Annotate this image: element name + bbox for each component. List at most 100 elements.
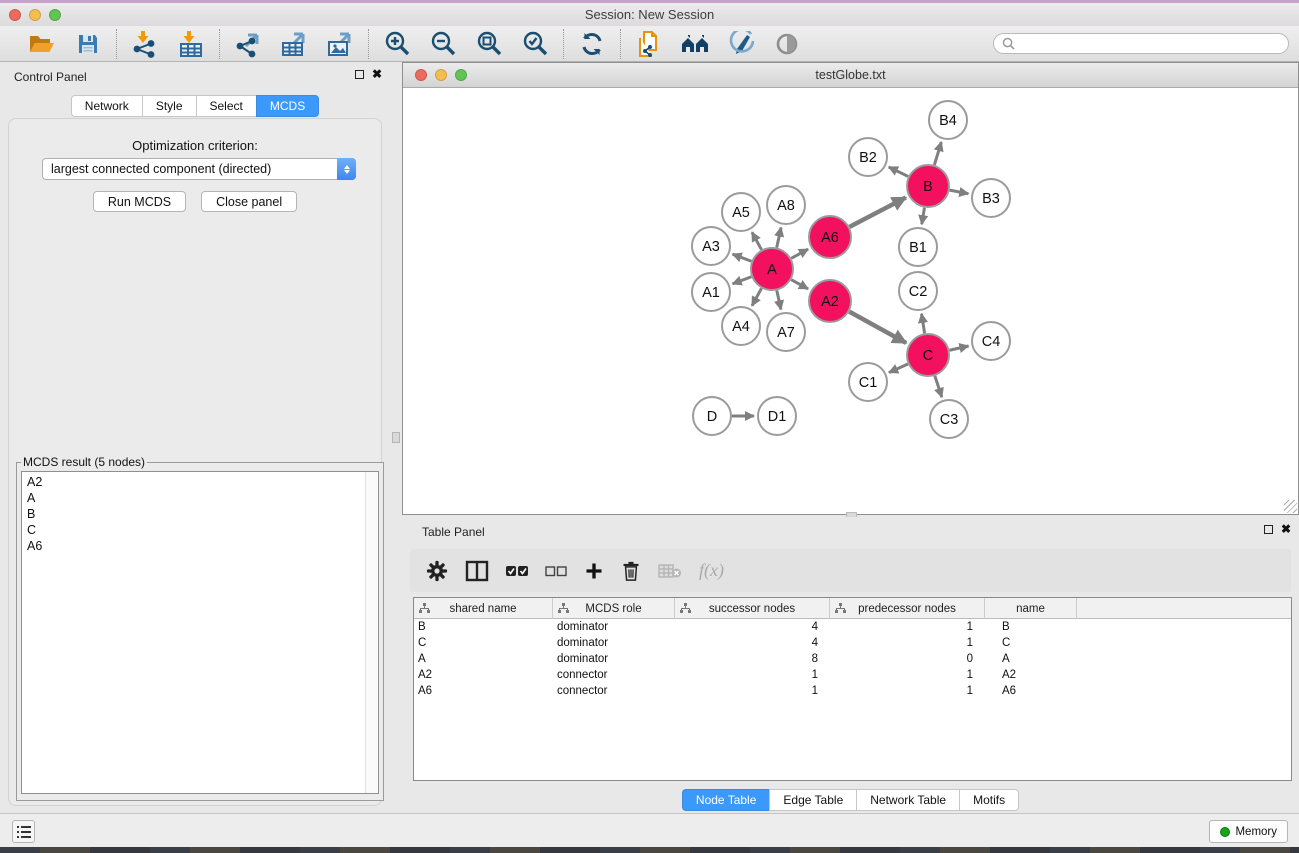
table-cell[interactable]: connector [553, 685, 675, 697]
mcds-result-item[interactable]: C [22, 522, 378, 538]
graph-node-C[interactable]: C [907, 334, 949, 376]
save-session-icon[interactable] [73, 29, 103, 59]
export-table-icon[interactable] [279, 29, 309, 59]
mcds-result-item[interactable]: A [22, 490, 378, 506]
table-cell[interactable]: A6 [985, 685, 1077, 697]
tab-network-table[interactable]: Network Table [856, 789, 959, 811]
column-header-successor-nodes[interactable]: successor nodes [675, 598, 830, 619]
table-cell[interactable]: C [985, 637, 1077, 649]
scrollbar[interactable] [365, 472, 378, 793]
table-cell[interactable]: connector [553, 669, 675, 681]
table-cell[interactable]: A [985, 653, 1077, 665]
graph-node-C2[interactable]: C2 [899, 272, 937, 310]
tab-network[interactable]: Network [71, 95, 142, 117]
table-cell[interactable]: B [414, 621, 553, 633]
tab-mcds[interactable]: MCDS [256, 95, 319, 117]
resize-grip-icon[interactable] [1284, 500, 1297, 513]
close-panel-button[interactable]: Close panel [201, 191, 297, 212]
search-box[interactable] [993, 33, 1289, 54]
table-cell[interactable]: A6 [414, 685, 553, 697]
zoom-selected-icon[interactable] [520, 29, 550, 59]
import-network-icon[interactable] [130, 29, 160, 59]
table-cell[interactable]: dominator [553, 621, 675, 633]
graph-edge-C-C3[interactable] [935, 376, 942, 397]
graph-node-B3[interactable]: B3 [972, 179, 1010, 217]
graph-edge-A-A4[interactable] [752, 288, 762, 305]
graph-node-A2[interactable]: A2 [809, 280, 851, 322]
mcds-result-list[interactable]: A2ABCA6 [21, 471, 379, 794]
table-cell[interactable]: C [414, 637, 553, 649]
close-panel-icon[interactable]: ✖ [1281, 524, 1291, 534]
table-row[interactable]: A6connector11A6 [414, 683, 1291, 699]
graph-edge-A-A6[interactable] [791, 249, 808, 258]
table-cell[interactable]: 1 [830, 669, 985, 681]
graph-node-A1[interactable]: A1 [692, 273, 730, 311]
graph-node-C1[interactable]: C1 [849, 363, 887, 401]
graphics-details-icon[interactable] [726, 29, 756, 59]
mcds-result-item[interactable]: A2 [22, 474, 378, 490]
network-overview-icon[interactable] [680, 29, 710, 59]
table-cell[interactable]: 4 [675, 621, 830, 633]
graph-edge-B-B3[interactable] [950, 190, 969, 194]
table-row[interactable]: Bdominator41B [414, 619, 1291, 635]
graph-node-D[interactable]: D [693, 397, 731, 435]
graph-edge-A-A5[interactable] [752, 232, 762, 249]
toggle-panel-layout-icon[interactable] [465, 558, 489, 584]
graph-node-D1[interactable]: D1 [758, 397, 796, 435]
graph-edge-C-C4[interactable] [949, 346, 968, 350]
graph-node-A5[interactable]: A5 [722, 193, 760, 231]
close-panel-icon[interactable]: ✖ [372, 69, 382, 79]
mcds-result-item[interactable]: A6 [22, 538, 378, 554]
graph-node-A[interactable]: A [751, 248, 793, 290]
graph-edge-A-A3[interactable] [733, 254, 752, 261]
table-cell[interactable]: 1 [830, 637, 985, 649]
table-row[interactable]: Adominator80A [414, 651, 1291, 667]
graph-node-A6[interactable]: A6 [809, 216, 851, 258]
tab-style[interactable]: Style [142, 95, 196, 117]
panel-splitter[interactable] [390, 62, 402, 813]
table-cell[interactable]: dominator [553, 637, 675, 649]
graph-edge-A-A2[interactable] [791, 280, 808, 289]
table-cell[interactable]: 0 [830, 653, 985, 665]
add-column-icon[interactable] [584, 558, 604, 584]
table-cell[interactable]: dominator [553, 653, 675, 665]
float-panel-icon[interactable] [355, 70, 364, 79]
deselect-all-icon[interactable] [545, 558, 567, 584]
graph-node-B[interactable]: B [907, 165, 949, 207]
tab-motifs[interactable]: Motifs [959, 789, 1019, 811]
optimization-criterion-select[interactable]: largest connected component (directed) [42, 158, 356, 180]
search-input[interactable] [1020, 36, 1280, 52]
graph-edge-B-B4[interactable] [934, 142, 941, 165]
table-cell[interactable]: A [414, 653, 553, 665]
graph-edge-A6-B[interactable] [850, 198, 906, 227]
import-table-icon[interactable] [176, 29, 206, 59]
graph-node-A7[interactable]: A7 [767, 313, 805, 351]
run-mcds-button[interactable]: Run MCDS [93, 191, 186, 212]
float-panel-icon[interactable] [1264, 525, 1273, 534]
graph-node-C4[interactable]: C4 [972, 322, 1010, 360]
table-row[interactable]: A2connector11A2 [414, 667, 1291, 683]
splitter-handle[interactable] [392, 432, 400, 443]
graph-node-A8[interactable]: A8 [767, 186, 805, 224]
apply-preferred-layout-icon[interactable] [577, 29, 607, 59]
graph-node-A3[interactable]: A3 [692, 227, 730, 265]
column-header-MCDS-role[interactable]: MCDS role [553, 598, 675, 619]
show-hide-panel-icon[interactable] [772, 29, 802, 59]
graph-edge-B-B1[interactable] [922, 208, 925, 225]
graph-edge-A-A1[interactable] [733, 277, 752, 284]
export-network-icon[interactable] [233, 29, 263, 59]
table-cell[interactable]: 1 [830, 685, 985, 697]
select-all-icon[interactable] [506, 558, 528, 584]
graph-node-A4[interactable]: A4 [722, 307, 760, 345]
table-cell[interactable]: A2 [414, 669, 553, 681]
delete-columns-trash-icon[interactable] [621, 558, 641, 584]
network-window-titlebar[interactable]: testGlobe.txt [403, 63, 1298, 88]
memory-button[interactable]: Memory [1209, 820, 1288, 843]
open-file-icon[interactable] [27, 29, 57, 59]
zoom-out-icon[interactable] [428, 29, 458, 59]
graph-node-B4[interactable]: B4 [929, 101, 967, 139]
zoom-fit-icon[interactable] [474, 29, 504, 59]
graph-node-B2[interactable]: B2 [849, 138, 887, 176]
tab-select[interactable]: Select [196, 95, 256, 117]
network-canvas[interactable]: B4B2BB3A5A8A6A3B1AA1C2A2A4A7C4CC1C3DD1 [403, 88, 1298, 514]
